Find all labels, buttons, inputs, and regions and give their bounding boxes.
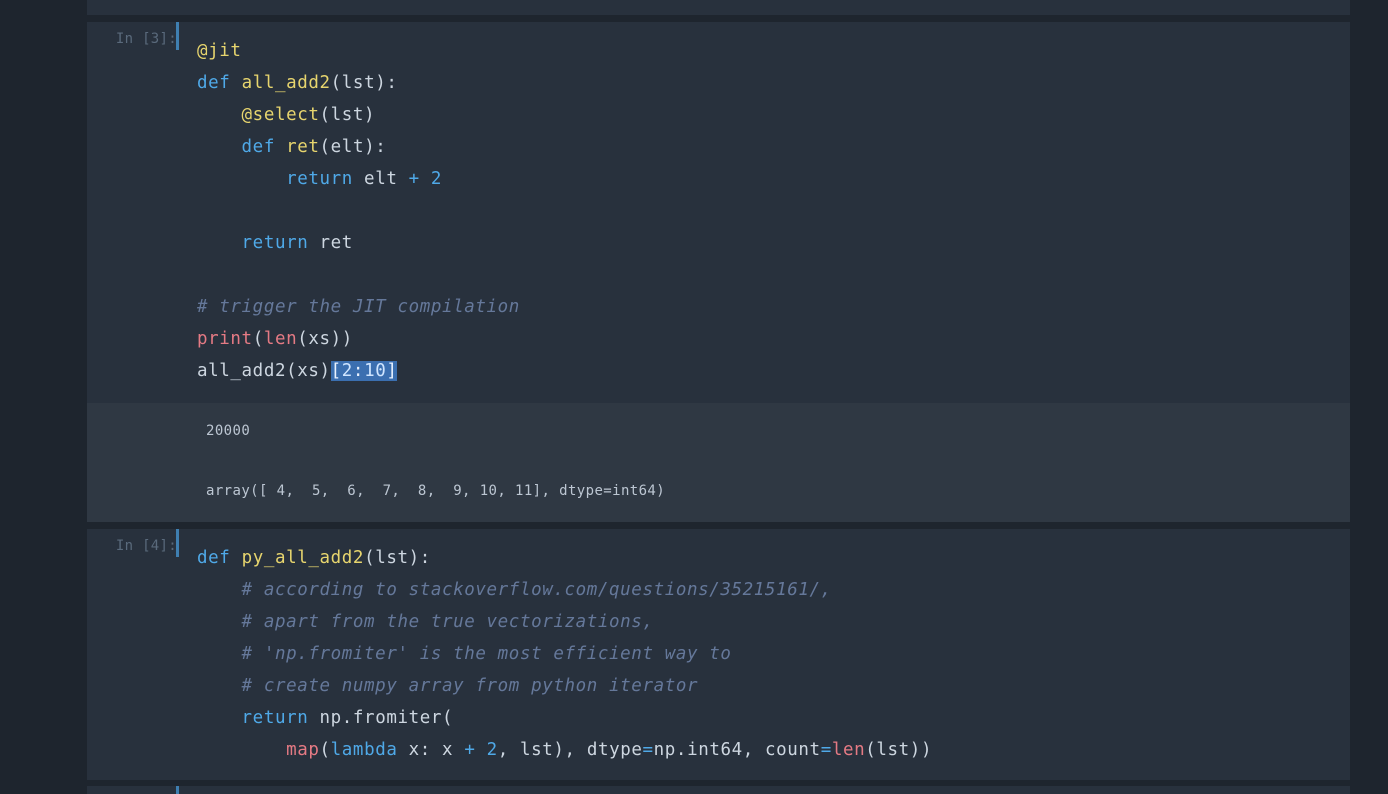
decorator: @jit <box>197 41 242 61</box>
keyword: return <box>286 169 353 189</box>
operator: + <box>464 740 476 760</box>
keyword: return <box>241 708 309 728</box>
code-text: np.int64, count <box>653 740 821 760</box>
operator: = <box>642 740 654 760</box>
decorator: @select <box>241 105 320 125</box>
code-line[interactable]: return ret <box>197 227 520 259</box>
code-text: (lst): <box>364 548 431 568</box>
code-line[interactable]: @select(lst) <box>197 99 520 131</box>
code-text: (xs)) <box>297 329 353 349</box>
builtin: len <box>263 329 298 349</box>
builtin: print <box>197 329 253 349</box>
cell-indicator <box>176 786 179 794</box>
builtin: len <box>831 740 866 760</box>
input-prompt: In [4]: <box>115 538 177 554</box>
comment: # apart from the true vectorizations, <box>241 612 654 632</box>
code-line[interactable]: return elt + 2 <box>197 163 520 195</box>
previous-cell[interactable] <box>87 0 1350 15</box>
code-text: (lst): <box>330 73 398 93</box>
cell-output-3: 20000 array([ 4, 5, 6, 7, 8, 9, 10, 11],… <box>87 403 1350 522</box>
comment: # 'np.fromiter' is the most efficient wa… <box>241 644 732 664</box>
code-text: ret <box>308 233 353 253</box>
number: 2 <box>486 740 498 760</box>
bracket: [ <box>330 361 342 381</box>
keyword: def <box>241 137 275 157</box>
code-text: all_add2(xs) <box>197 361 331 381</box>
comment: # trigger the JIT compilation <box>197 297 520 317</box>
code-text: (lst) <box>319 105 376 125</box>
code-text: (elt): <box>319 137 387 157</box>
output-stdout: 20000 <box>206 423 251 439</box>
code-line[interactable]: return np.fromiter( <box>197 702 932 734</box>
number: 2 <box>430 169 443 189</box>
next-cell[interactable] <box>87 786 1350 794</box>
notebook: In [3]: @jit def all_add2(lst): @select(… <box>87 0 1350 794</box>
code-line[interactable]: # according to stackoverflow.com/questio… <box>197 574 932 606</box>
function-name: all_add2 <box>241 73 331 93</box>
code-line[interactable]: @jit <box>197 35 520 67</box>
keyword: def <box>197 548 231 568</box>
code-line[interactable]: # create numpy array from python iterato… <box>197 670 932 702</box>
input-prompt: In [3]: <box>115 31 177 47</box>
code-text: (lst)) <box>865 740 933 760</box>
notebook-page: In [3]: @jit def all_add2(lst): @select(… <box>0 0 1388 794</box>
comment: # create numpy array from python iterato… <box>241 676 699 696</box>
number: 10 <box>364 361 387 381</box>
code-line-empty[interactable] <box>197 195 520 227</box>
code-text: ( <box>252 329 264 349</box>
cell-indicator <box>176 529 179 557</box>
comment: # according to stackoverflow.com/questio… <box>241 580 832 600</box>
code-line[interactable]: # apart from the true vectorizations, <box>197 606 932 638</box>
code-text: : <box>352 361 365 381</box>
code-editor[interactable]: def py_all_add2(lst): # according to sta… <box>197 542 932 766</box>
code-text: , lst), dtype <box>497 740 643 760</box>
code-line-empty[interactable] <box>197 259 520 291</box>
function-name: py_all_add2 <box>241 548 365 568</box>
operator: + <box>408 169 420 189</box>
code-text: elt <box>352 169 409 189</box>
builtin: map <box>286 740 320 760</box>
code-text: ( <box>319 740 331 760</box>
active-cell-indicator <box>176 22 179 50</box>
operator: = <box>820 740 832 760</box>
bracket: ] <box>386 361 398 381</box>
code-line[interactable]: def py_all_add2(lst): <box>197 542 932 574</box>
keyword: lambda <box>330 740 398 760</box>
function-name: ret <box>286 137 320 157</box>
code-cell-3[interactable]: In [3]: @jit def all_add2(lst): @select(… <box>87 22 1350 522</box>
keyword: def <box>197 73 231 93</box>
code-line[interactable]: print(len(xs)) <box>197 323 520 355</box>
number: 2 <box>341 361 353 381</box>
code-line[interactable]: map(lambda x: x + 2, lst), dtype=np.int6… <box>197 734 932 766</box>
keyword: return <box>241 233 309 253</box>
code-line[interactable]: def all_add2(lst): <box>197 67 520 99</box>
code-cell-4[interactable]: In [4]: def py_all_add2(lst): # accordin… <box>87 529 1350 780</box>
code-line[interactable]: # trigger the JIT compilation <box>197 291 520 323</box>
selected-slice[interactable]: [2:10] <box>330 361 398 381</box>
code-line[interactable]: all_add2(xs)[2:10] <box>197 355 520 387</box>
output-result: array([ 4, 5, 6, 7, 8, 9, 10, 11], dtype… <box>206 483 666 499</box>
code-line[interactable]: def ret(elt): <box>197 131 520 163</box>
code-text: x: x <box>397 740 465 760</box>
code-line[interactable]: # 'np.fromiter' is the most efficient wa… <box>197 638 932 670</box>
code-text: np.fromiter( <box>308 708 454 728</box>
code-editor[interactable]: @jit def all_add2(lst): @select(lst) def… <box>197 35 520 387</box>
